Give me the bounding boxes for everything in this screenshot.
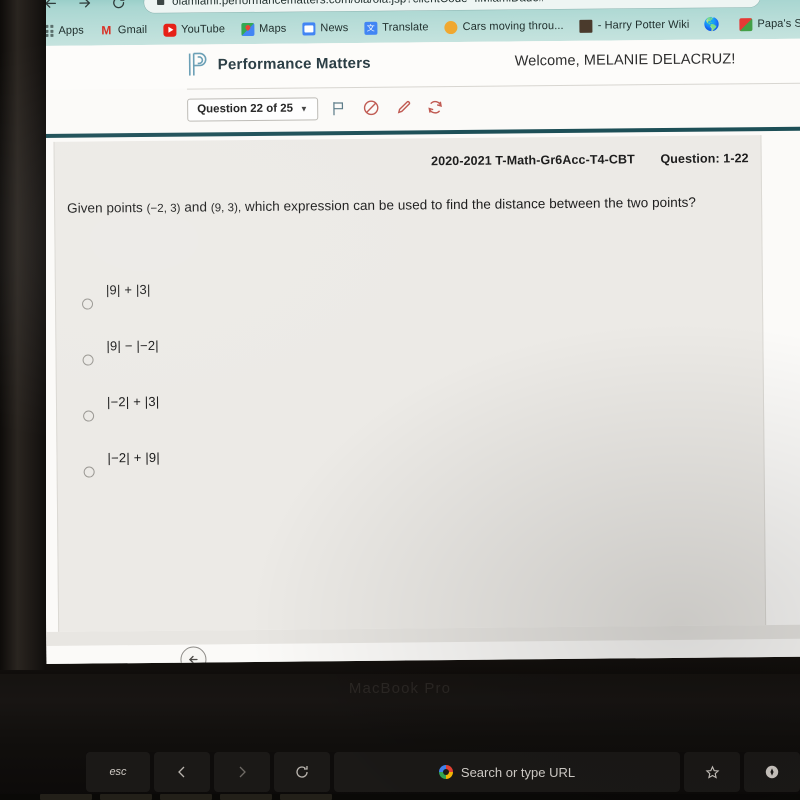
touchbar-back-button[interactable] [154, 752, 210, 792]
bookmark-papas-sushiria[interactable]: Papa's Sushiria -... [739, 17, 800, 31]
bookmark-label: Translate [382, 21, 429, 34]
touchbar-reload-button[interactable] [274, 752, 330, 792]
chevron-down-icon: ▼ [299, 103, 308, 114]
question-card: 2020-2021 T-Math-Gr6Acc-T4-CBT Question:… [53, 135, 767, 632]
bookmark-gmail[interactable]: M Gmail [100, 23, 156, 37]
question-stem: Given points (−2, 3) and (9, 3), which e… [67, 193, 757, 218]
photo-thumbnail-icon [579, 19, 593, 33]
answer-choice-label: |−2| + |9| [107, 449, 160, 466]
bookmark-label: Cars moving throu... [462, 19, 564, 33]
answer-choice[interactable]: |9| − |−2| [70, 328, 571, 389]
macbook-pro-label: MacBook Pro [348, 680, 452, 697]
bookmark-apps[interactable]: Apps [40, 24, 93, 38]
question-selector-label: Question 22 of 25 [197, 102, 294, 116]
answer-choice[interactable]: |−2| + |3| [71, 384, 572, 445]
question-mid: and [184, 199, 208, 215]
touchbar[interactable]: esc Search or type URL [86, 752, 800, 792]
app-brand: Performance Matters [187, 50, 371, 78]
question-toolbar: Question 22 of 25 ▼ [187, 94, 446, 122]
answer-choices: |9| + |3| |9| − |−2| |−2| + |3| |−2| + |… [70, 272, 572, 501]
bookmark-harry-potter-wiki[interactable]: - Harry Potter Wiki [579, 18, 699, 33]
globe-icon: 🌎 [703, 16, 721, 32]
address-bar-url: olamiami.performancematters.com/ola/ola.… [172, 0, 545, 8]
orange-dot-icon [444, 20, 458, 34]
radio-button[interactable] [81, 298, 94, 310]
question-prefix: Given points [67, 200, 143, 216]
address-bar[interactable]: olamiami.performancematters.com/ola/ola.… [144, 0, 761, 13]
browser-reload-button[interactable] [108, 0, 128, 12]
laptop-screen: olamiami.performancematters.com/ola/ola.… [40, 0, 800, 664]
touchbar-forward-button[interactable] [214, 752, 270, 792]
answer-choice-label: |9| − |−2| [106, 337, 159, 354]
bookmark-globe[interactable]: 🌎 [703, 16, 732, 32]
bookmark-cars[interactable]: Cars moving throu... [444, 19, 573, 34]
google-news-icon [302, 21, 316, 35]
radio-button[interactable] [82, 354, 94, 366]
radio-button[interactable] [83, 410, 95, 422]
question-selector-dropdown[interactable]: Question 22 of 25 ▼ [187, 96, 319, 122]
bookmark-news[interactable]: News [302, 21, 357, 35]
answer-choice-label: |9| + |3| [105, 281, 151, 298]
laptop-photo: MacBook Pro esc Search or type URL Apps … [0, 0, 800, 800]
flag-icon[interactable] [328, 97, 350, 119]
question-suffix: which expression can be used to find the… [244, 194, 697, 215]
performance-matters-logo [187, 51, 209, 77]
bookmark-label: News [320, 22, 349, 35]
bookmark-label: Maps [259, 22, 287, 35]
bookmark-label: - Harry Potter Wiki [597, 18, 690, 32]
question-number: Question: 1-22 [660, 151, 749, 167]
gmail-icon: M [101, 23, 112, 38]
touchbar-esc-key[interactable]: esc [86, 752, 150, 792]
radio-button[interactable] [83, 466, 95, 478]
answer-choice[interactable]: |−2| + |9| [71, 440, 572, 501]
point-a: (−2, 3) [146, 202, 181, 215]
keyboard-row [0, 794, 800, 800]
answer-choice-label: |−2| + |3| [106, 393, 160, 410]
bookmark-label: YouTube [181, 23, 226, 36]
touchbar-search-field[interactable]: Search or type URL [334, 752, 680, 792]
bookmark-translate[interactable]: 文 Translate [364, 21, 437, 35]
touchbar-search-placeholder: Search or type URL [460, 764, 576, 780]
papas-game-icon [739, 17, 753, 31]
bookmark-maps[interactable]: Maps [240, 22, 295, 36]
highlighter-icon[interactable] [392, 96, 414, 118]
web-page: Performance Matters Welcome, MELANIE DEL… [40, 37, 800, 664]
google-maps-icon [240, 22, 255, 36]
google-g-icon [438, 765, 453, 779]
bookmark-label: Apps [58, 24, 84, 37]
reset-icon[interactable] [424, 96, 446, 118]
bookmark-label: Papa's Sushiria -... [757, 17, 800, 31]
browser-forward-button[interactable] [74, 0, 94, 13]
youtube-icon [163, 23, 177, 37]
lock-icon [156, 0, 165, 11]
bookmark-label: Gmail [117, 23, 148, 37]
answer-choice[interactable]: |9| + |3| [70, 272, 571, 333]
google-translate-icon: 文 [364, 21, 378, 35]
touchbar-star-button[interactable] [684, 752, 740, 792]
bookmark-youtube[interactable]: YouTube [163, 23, 234, 37]
touchbar-more-button[interactable] [744, 752, 800, 792]
test-metadata: 2020-2021 T-Math-Gr6Acc-T4-CBT Question:… [55, 151, 763, 172]
point-b: (9, 3), [210, 202, 242, 215]
strikethrough-icon[interactable] [360, 97, 382, 119]
previous-question-button[interactable] [180, 646, 207, 664]
welcome-message: Welcome, MELANIE DELACRUZ! [514, 51, 736, 70]
brand-name: Performance Matters [217, 54, 371, 73]
test-name: 2020-2021 T-Math-Gr6Acc-T4-CBT [431, 152, 635, 169]
screen-bezel-left [0, 0, 46, 670]
